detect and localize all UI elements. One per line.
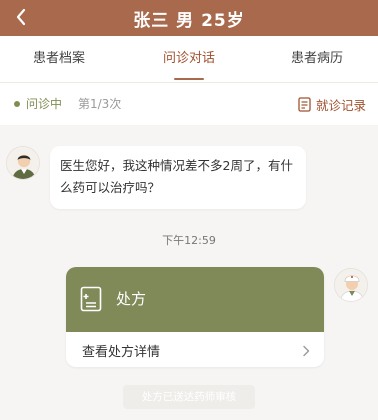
visit-records-label: 就诊记录 bbox=[315, 97, 366, 113]
patient-avatar-icon bbox=[7, 147, 39, 179]
tab-medical-records[interactable]: 患者病历 bbox=[262, 36, 372, 83]
chevron-right-icon bbox=[303, 345, 310, 357]
prescription-sent-notice: 处方已送达药师审核 bbox=[123, 385, 255, 409]
prescription-card[interactable]: 处方 查看处方详情 bbox=[66, 267, 324, 367]
view-prescription-details[interactable]: 查看处方详情 bbox=[82, 341, 160, 360]
consultation-status-bar: 问诊中 第1/3次 就诊记录 bbox=[0, 83, 378, 125]
prescription-title: 处方 bbox=[116, 290, 147, 308]
patient-message-bubble: 医生您好，我这种情况差不多2周了，有什么药可以治疗吗？ bbox=[50, 146, 306, 209]
visit-records-button[interactable]: 就诊记录 bbox=[298, 93, 366, 115]
message-timestamp: 下午12:59 bbox=[162, 234, 216, 247]
consultation-count: 第1/3次 bbox=[78, 97, 122, 111]
app-header: 张三 男 25岁 bbox=[0, 0, 378, 36]
tab-patient-profile[interactable]: 患者档案 bbox=[4, 36, 114, 83]
patient-avatar[interactable] bbox=[6, 146, 40, 180]
active-tab-indicator bbox=[174, 78, 204, 80]
prescription-card-header: 处方 bbox=[66, 267, 324, 332]
tab-bar: 患者档案 问诊对话 患者病历 bbox=[0, 36, 378, 83]
tab-consultation-chat[interactable]: 问诊对话 bbox=[134, 36, 244, 83]
doctor-avatar-icon bbox=[335, 269, 367, 301]
document-list-icon bbox=[298, 96, 311, 112]
patient-title: 张三 男 25岁 bbox=[133, 11, 245, 31]
doctor-avatar[interactable] bbox=[334, 268, 368, 302]
status-dot bbox=[14, 101, 20, 107]
consultation-state: 问诊中 bbox=[26, 97, 63, 111]
prescription-doc-icon bbox=[80, 286, 102, 312]
